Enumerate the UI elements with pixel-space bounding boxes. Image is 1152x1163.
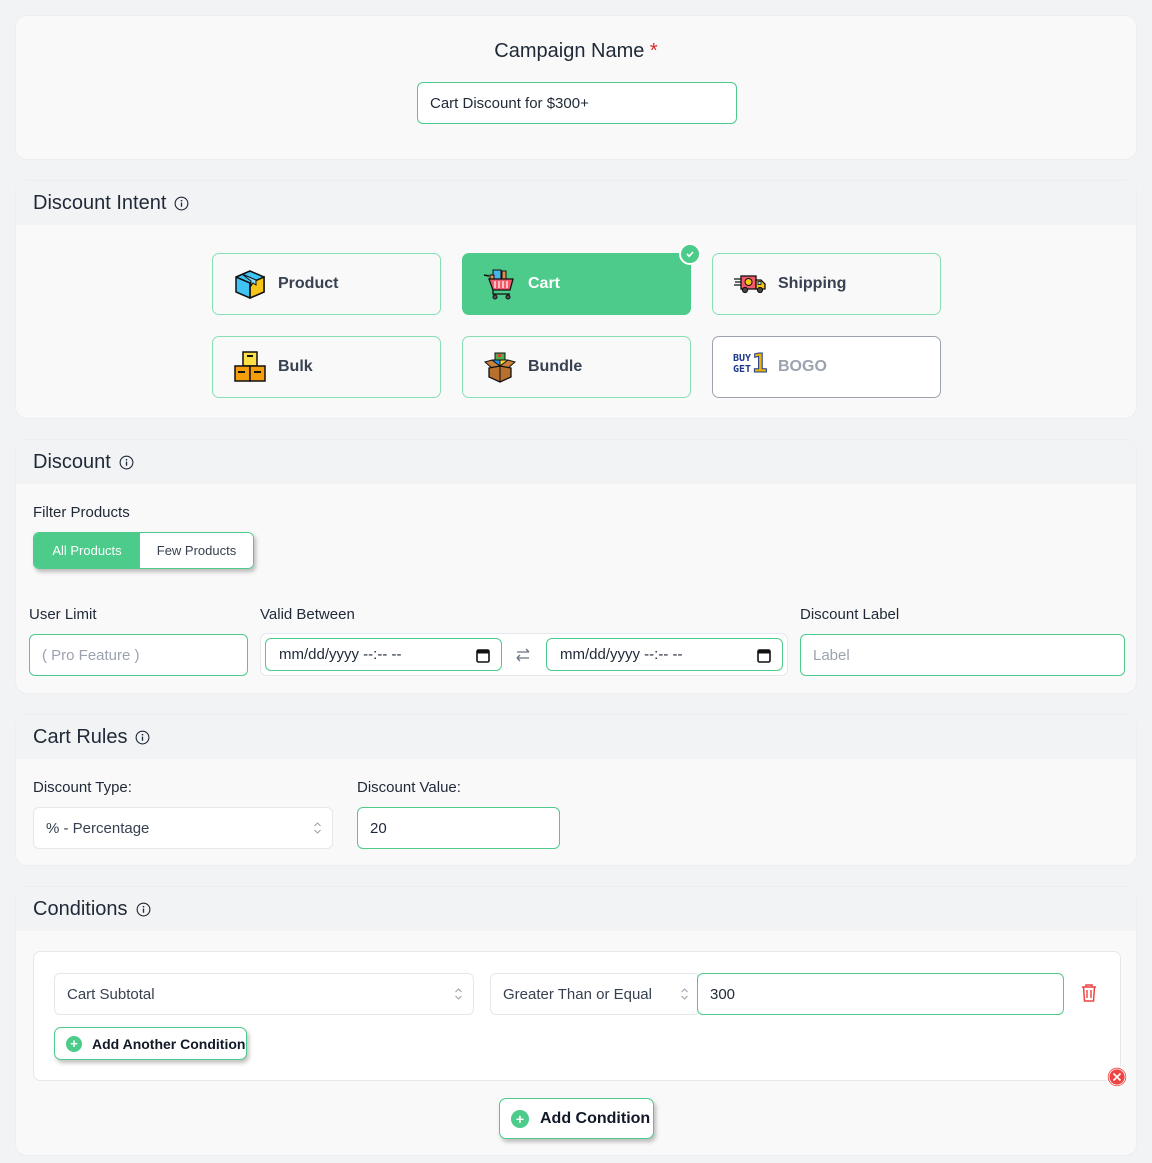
add-another-condition-button[interactable]: + Add Another Condition — [54, 1027, 247, 1060]
filter-all-products[interactable]: All Products — [34, 533, 140, 568]
start-date-value: mm/dd/yyyy --:-- -- — [279, 646, 402, 663]
conditions-header: Conditions — [16, 887, 1136, 931]
condition-operator-value: Greater Than or Equal — [503, 985, 652, 1003]
conditions-card: Conditions Cart Subtotal Greater Than or… — [15, 886, 1137, 1156]
bogo-icon-get: GET — [733, 364, 752, 375]
filter-products-toggle: All Products Few Products — [33, 532, 254, 569]
intent-option-label: BOGO — [778, 358, 827, 375]
user-limit-label: User Limit — [29, 606, 97, 623]
cart-rules-card: Cart Rules Discount Type: % - Percentage… — [15, 714, 1137, 866]
bogo-icon-buy: BUY — [733, 353, 752, 364]
section-title: Conditions — [33, 897, 128, 920]
discount-type-select[interactable]: % - Percentage — [33, 807, 333, 849]
plus-circle-icon: + — [66, 1035, 82, 1052]
select-chevron-icon — [455, 988, 462, 1000]
delete-condition-trash-icon[interactable] — [1080, 983, 1098, 1008]
intent-option-shipping[interactable]: Shipping — [712, 253, 941, 315]
intent-option-bundle[interactable]: Bundle — [462, 336, 691, 398]
add-another-condition-label: Add Another Condition — [92, 1035, 246, 1052]
condition-value: 300 — [710, 985, 736, 1003]
intent-option-label: Bulk — [278, 358, 313, 375]
user-limit-input[interactable]: ( Pro Feature ) — [29, 634, 248, 676]
condition-operator-select[interactable]: Greater Than or Equal — [490, 973, 700, 1015]
select-chevron-icon — [681, 988, 688, 1000]
discount-value-label: Discount Value: — [357, 779, 461, 796]
buy-get-one-icon: BUY GET 1 — [733, 349, 769, 384]
condition-field-value: Cart Subtotal — [67, 985, 155, 1003]
calendar-icon[interactable] — [476, 648, 490, 667]
discount-type-value: % - Percentage — [46, 819, 150, 837]
intent-option-product[interactable]: Product — [212, 253, 441, 315]
discount-label-placeholder: Label — [813, 646, 850, 664]
condition-field-select[interactable]: Cart Subtotal — [54, 973, 474, 1015]
intent-option-label: Cart — [528, 275, 561, 292]
campaign-name-label: Campaign Name * — [16, 40, 1136, 63]
user-limit-placeholder: ( Pro Feature ) — [42, 646, 140, 664]
discount-type-label: Discount Type: — [33, 779, 132, 796]
info-icon[interactable] — [135, 730, 150, 745]
info-icon[interactable] — [174, 196, 189, 211]
discount-label-label: Discount Label — [800, 606, 900, 623]
intent-option-bogo[interactable]: BUY GET 1 BOGO — [712, 336, 941, 398]
section-title: Discount Intent — [33, 191, 167, 214]
info-icon[interactable] — [119, 455, 134, 470]
required-asterisk: * — [649, 40, 658, 62]
campaign-name-text: Campaign Name — [494, 40, 645, 62]
filter-few-products[interactable]: Few Products — [140, 533, 253, 568]
filter-products-label: Filter Products — [33, 504, 130, 521]
add-condition-label: Add Condition — [540, 1109, 651, 1127]
end-date-value: mm/dd/yyyy --:-- -- — [560, 646, 683, 663]
section-title: Cart Rules — [33, 725, 128, 748]
intent-option-cart[interactable]: Cart — [462, 243, 701, 315]
discount-intent-header: Discount Intent — [16, 181, 1136, 225]
remove-group-close-icon[interactable] — [1106, 1066, 1128, 1093]
add-condition-button[interactable]: + Add Condition — [499, 1098, 654, 1139]
intent-option-bulk[interactable]: Bulk — [212, 336, 441, 398]
discount-intent-card: Discount Intent Product Cart Shipping Bu… — [15, 180, 1137, 419]
valid-between-label: Valid Between — [260, 606, 355, 623]
stacked-boxes-icon — [233, 350, 267, 384]
calendar-icon[interactable] — [757, 648, 771, 667]
swap-arrows-icon — [514, 646, 532, 669]
discount-header: Discount — [16, 440, 1136, 484]
end-date-input[interactable]: mm/dd/yyyy --:-- -- — [546, 638, 783, 671]
select-chevron-icon — [314, 822, 321, 834]
intent-option-label: Product — [278, 275, 339, 292]
selected-check-icon — [679, 243, 701, 265]
discount-label-input[interactable]: Label — [800, 634, 1125, 676]
valid-between-range: mm/dd/yyyy --:-- -- mm/dd/yyyy --:-- -- — [260, 633, 788, 676]
section-title: Discount — [33, 450, 111, 473]
campaign-card: Campaign Name * Cart Discount for $300+ — [15, 15, 1137, 160]
campaign-name-input[interactable]: Cart Discount for $300+ — [417, 82, 737, 124]
plus-circle-icon: + — [511, 1109, 529, 1128]
discount-value-input[interactable]: 20 — [357, 807, 560, 849]
start-date-input[interactable]: mm/dd/yyyy --:-- -- — [265, 638, 502, 671]
shopping-cart-icon — [483, 267, 517, 301]
campaign-name-value: Cart Discount for $300+ — [430, 94, 589, 112]
open-box-bundle-icon — [483, 350, 517, 384]
delivery-truck-icon — [733, 267, 767, 301]
cart-rules-header: Cart Rules — [16, 715, 1136, 759]
condition-group: Cart Subtotal Greater Than or Equal 300 … — [33, 951, 1128, 1088]
product-box-icon — [233, 267, 267, 301]
discount-value: 20 — [370, 819, 387, 837]
bogo-icon-one: 1 — [752, 349, 769, 380]
discount-card: Discount Filter Products All Products Fe… — [15, 439, 1137, 694]
intent-option-label: Bundle — [528, 358, 583, 375]
intent-option-label: Shipping — [778, 275, 847, 292]
condition-value-input[interactable]: 300 — [697, 973, 1064, 1015]
info-icon[interactable] — [136, 902, 151, 917]
